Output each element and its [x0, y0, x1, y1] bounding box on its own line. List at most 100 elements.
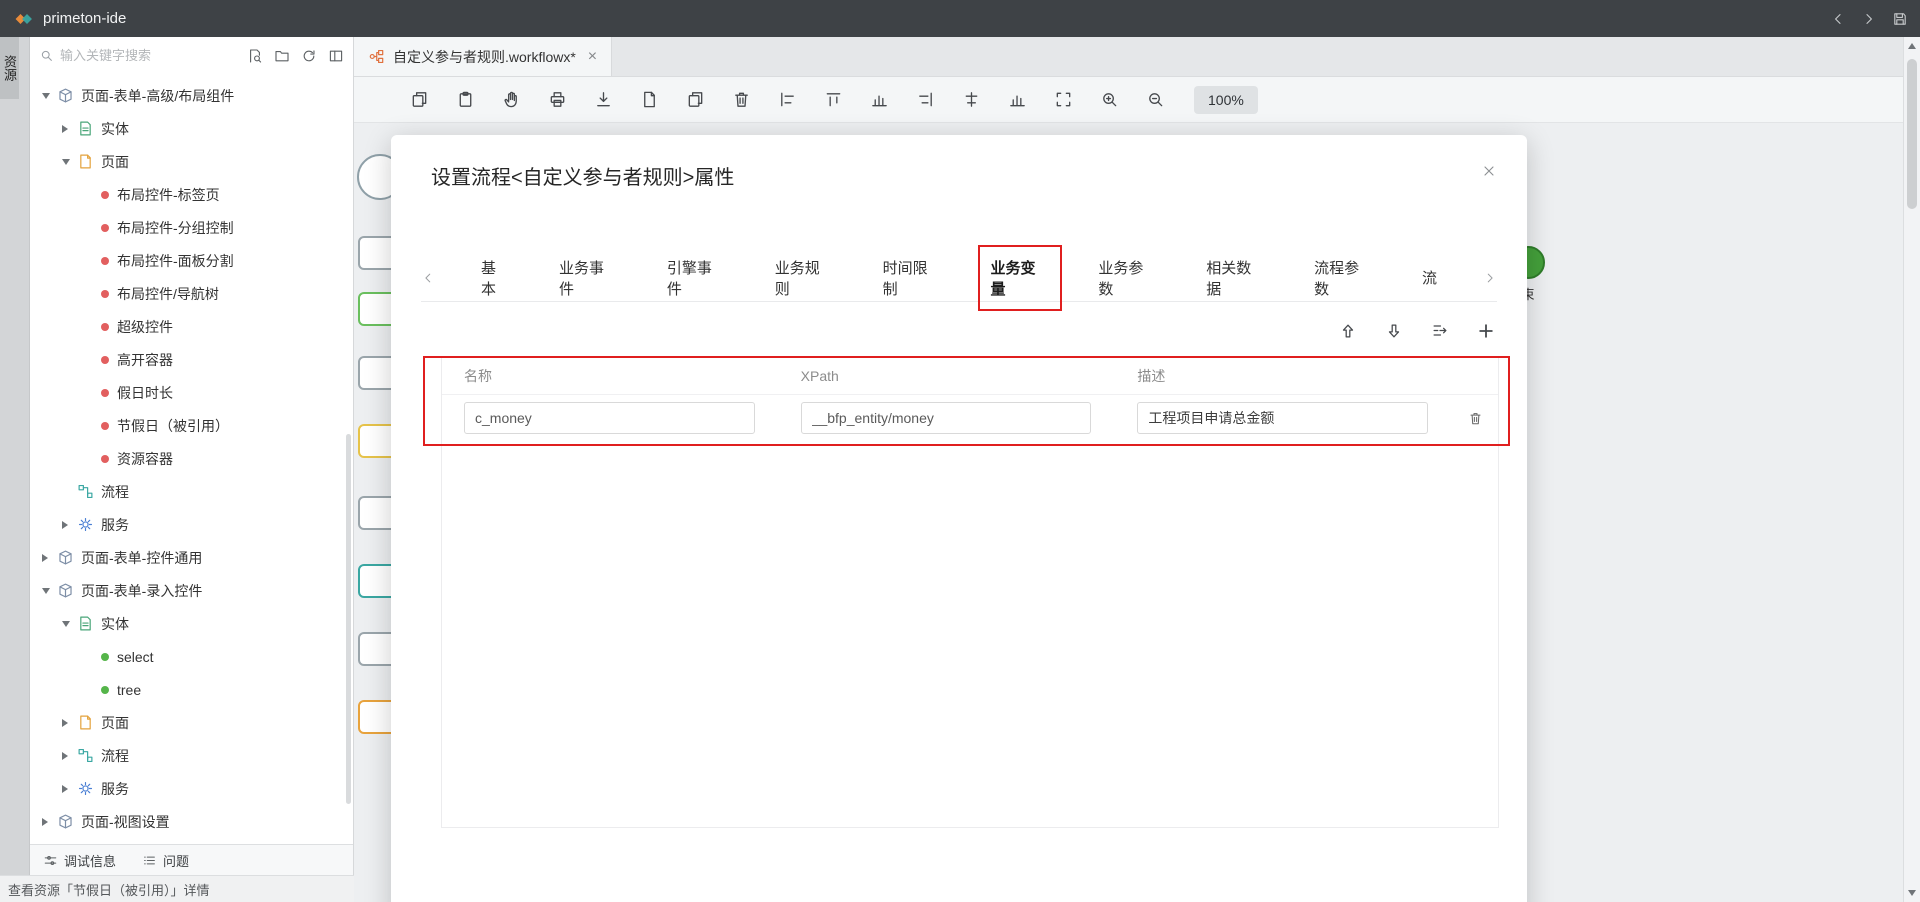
- doc-search-button[interactable]: [247, 48, 263, 64]
- modal-tab[interactable]: 流: [1420, 267, 1439, 288]
- scroll-up-icon[interactable]: [1904, 38, 1920, 54]
- chevron-left-button[interactable]: [1830, 11, 1846, 27]
- plus-button[interactable]: [1477, 322, 1495, 340]
- zoom-level-button[interactable]: 100%: [1194, 86, 1258, 114]
- duplicate-button[interactable]: [686, 90, 705, 109]
- tree-item[interactable]: 实体: [30, 607, 353, 640]
- tree-item[interactable]: 实体: [30, 112, 353, 145]
- search-input[interactable]: [60, 48, 210, 63]
- variables-table: 名称XPath描述: [441, 356, 1499, 828]
- trash-button[interactable]: [732, 90, 751, 109]
- caret-right-icon[interactable]: [42, 818, 57, 826]
- tree-item[interactable]: 布局控件-面板分割: [30, 244, 353, 277]
- doc-search-icon: [247, 48, 263, 64]
- align-top-button[interactable]: [824, 90, 843, 109]
- save-button[interactable]: [1892, 11, 1908, 27]
- tree-item[interactable]: 服务: [30, 508, 353, 541]
- hand-button[interactable]: [502, 90, 521, 109]
- plus-icon: [1477, 322, 1495, 340]
- tree-item[interactable]: 流程: [30, 739, 353, 772]
- tree-item[interactable]: 页面: [30, 706, 353, 739]
- package-icon: [57, 582, 74, 599]
- tree-item[interactable]: 服务: [30, 772, 353, 805]
- tree-item[interactable]: 假日时长: [30, 376, 353, 409]
- bars-button[interactable]: [870, 90, 889, 109]
- tree-item[interactable]: 布局控件/导航树: [30, 277, 353, 310]
- package-icon: [57, 87, 74, 104]
- row-name-input[interactable]: [464, 402, 755, 434]
- scroll-down-icon[interactable]: [1904, 885, 1920, 901]
- modal-tab[interactable]: 业务变量: [988, 257, 1052, 299]
- tree-item[interactable]: 高开容器: [30, 343, 353, 376]
- list-icon: [142, 853, 157, 868]
- caret-right-icon[interactable]: [62, 752, 77, 760]
- bars-button[interactable]: [1008, 90, 1027, 109]
- caret-right-icon[interactable]: [62, 785, 77, 793]
- caret-right-icon[interactable]: [62, 125, 77, 133]
- resources-activity-tab[interactable]: 资源: [0, 37, 19, 99]
- scrollbar-thumb[interactable]: [1907, 59, 1917, 209]
- caret-down-icon[interactable]: [42, 588, 57, 594]
- tabs-scroll-right-button[interactable]: [1483, 271, 1497, 285]
- row-desc-input[interactable]: [1137, 402, 1428, 434]
- tabs-scroll-left-button[interactable]: [421, 271, 435, 285]
- fit-button[interactable]: [1054, 90, 1073, 109]
- modal-close-button[interactable]: [1481, 163, 1497, 179]
- zoom-out-button[interactable]: [1146, 90, 1165, 109]
- tree-item[interactable]: 页面-表单-高级/布局组件: [30, 79, 353, 112]
- modal-tab[interactable]: 相关数据: [1204, 257, 1268, 299]
- refresh-button[interactable]: [301, 48, 317, 64]
- printer-button[interactable]: [548, 90, 567, 109]
- tree-scrollbar-thumb[interactable]: [346, 434, 351, 804]
- tab-close-icon[interactable]: ×: [588, 48, 597, 66]
- align-left-icon: [778, 90, 797, 109]
- modal-tab[interactable]: 业务规则: [773, 257, 837, 299]
- zoom-in-button[interactable]: [1100, 90, 1119, 109]
- caret-down-icon[interactable]: [62, 159, 77, 165]
- clipboard-button[interactable]: [456, 90, 475, 109]
- chevron-left-icon: [1830, 11, 1846, 27]
- folder-button[interactable]: [274, 48, 290, 64]
- tree-item[interactable]: 页面-表单-录入控件: [30, 574, 353, 607]
- panels-button[interactable]: [328, 48, 344, 64]
- tree-item[interactable]: 页面: [30, 145, 353, 178]
- modal-tab[interactable]: 业务事件: [557, 257, 621, 299]
- caret-down-icon[interactable]: [62, 621, 77, 627]
- modal-tab[interactable]: 引擎事件: [665, 257, 729, 299]
- tree-item[interactable]: 资源容器: [30, 442, 353, 475]
- row-xpath-input[interactable]: [801, 402, 1092, 434]
- file-button[interactable]: [640, 90, 659, 109]
- tree-item[interactable]: 布局控件-标签页: [30, 178, 353, 211]
- row-delete-button[interactable]: [1468, 411, 1483, 426]
- align-center-button[interactable]: [962, 90, 981, 109]
- tree-item[interactable]: 流程: [30, 475, 353, 508]
- caret-right-icon[interactable]: [42, 554, 57, 562]
- modal-tab[interactable]: 基本: [479, 257, 513, 299]
- caret-right-icon[interactable]: [62, 521, 77, 529]
- tree-item[interactable]: select: [30, 640, 353, 673]
- bottom-tab-debug[interactable]: 调试信息: [43, 851, 116, 870]
- editor-vertical-scrollbar[interactable]: [1903, 37, 1920, 902]
- move-into-button[interactable]: [1431, 322, 1449, 340]
- download-button[interactable]: [594, 90, 613, 109]
- align-left-button[interactable]: [778, 90, 797, 109]
- copy-button[interactable]: [410, 90, 429, 109]
- align-right-button[interactable]: [916, 90, 935, 109]
- tree-item[interactable]: 节假日（被引用）: [30, 409, 353, 442]
- tree-item[interactable]: tree: [30, 673, 353, 706]
- chevron-right-button[interactable]: [1861, 11, 1877, 27]
- tree-item[interactable]: 页面-表单-控件通用: [30, 541, 353, 574]
- bottom-tab-list[interactable]: 问题: [142, 851, 189, 870]
- tree-item[interactable]: 超级控件: [30, 310, 353, 343]
- editor-tab[interactable]: 自定义参与者规则.workflowx* ×: [354, 37, 612, 76]
- arrow-down-button[interactable]: [1385, 322, 1403, 340]
- modal-tab[interactable]: 业务参数: [1096, 257, 1160, 299]
- tree-item[interactable]: 页面-视图设置: [30, 805, 353, 838]
- red-dot-icon: [101, 290, 109, 298]
- arrow-up-button[interactable]: [1339, 322, 1357, 340]
- tree-item[interactable]: 布局控件-分组控制: [30, 211, 353, 244]
- modal-tab[interactable]: 时间限制: [881, 257, 945, 299]
- caret-down-icon[interactable]: [42, 93, 57, 99]
- modal-tab[interactable]: 流程参数: [1312, 257, 1376, 299]
- caret-right-icon[interactable]: [62, 719, 77, 727]
